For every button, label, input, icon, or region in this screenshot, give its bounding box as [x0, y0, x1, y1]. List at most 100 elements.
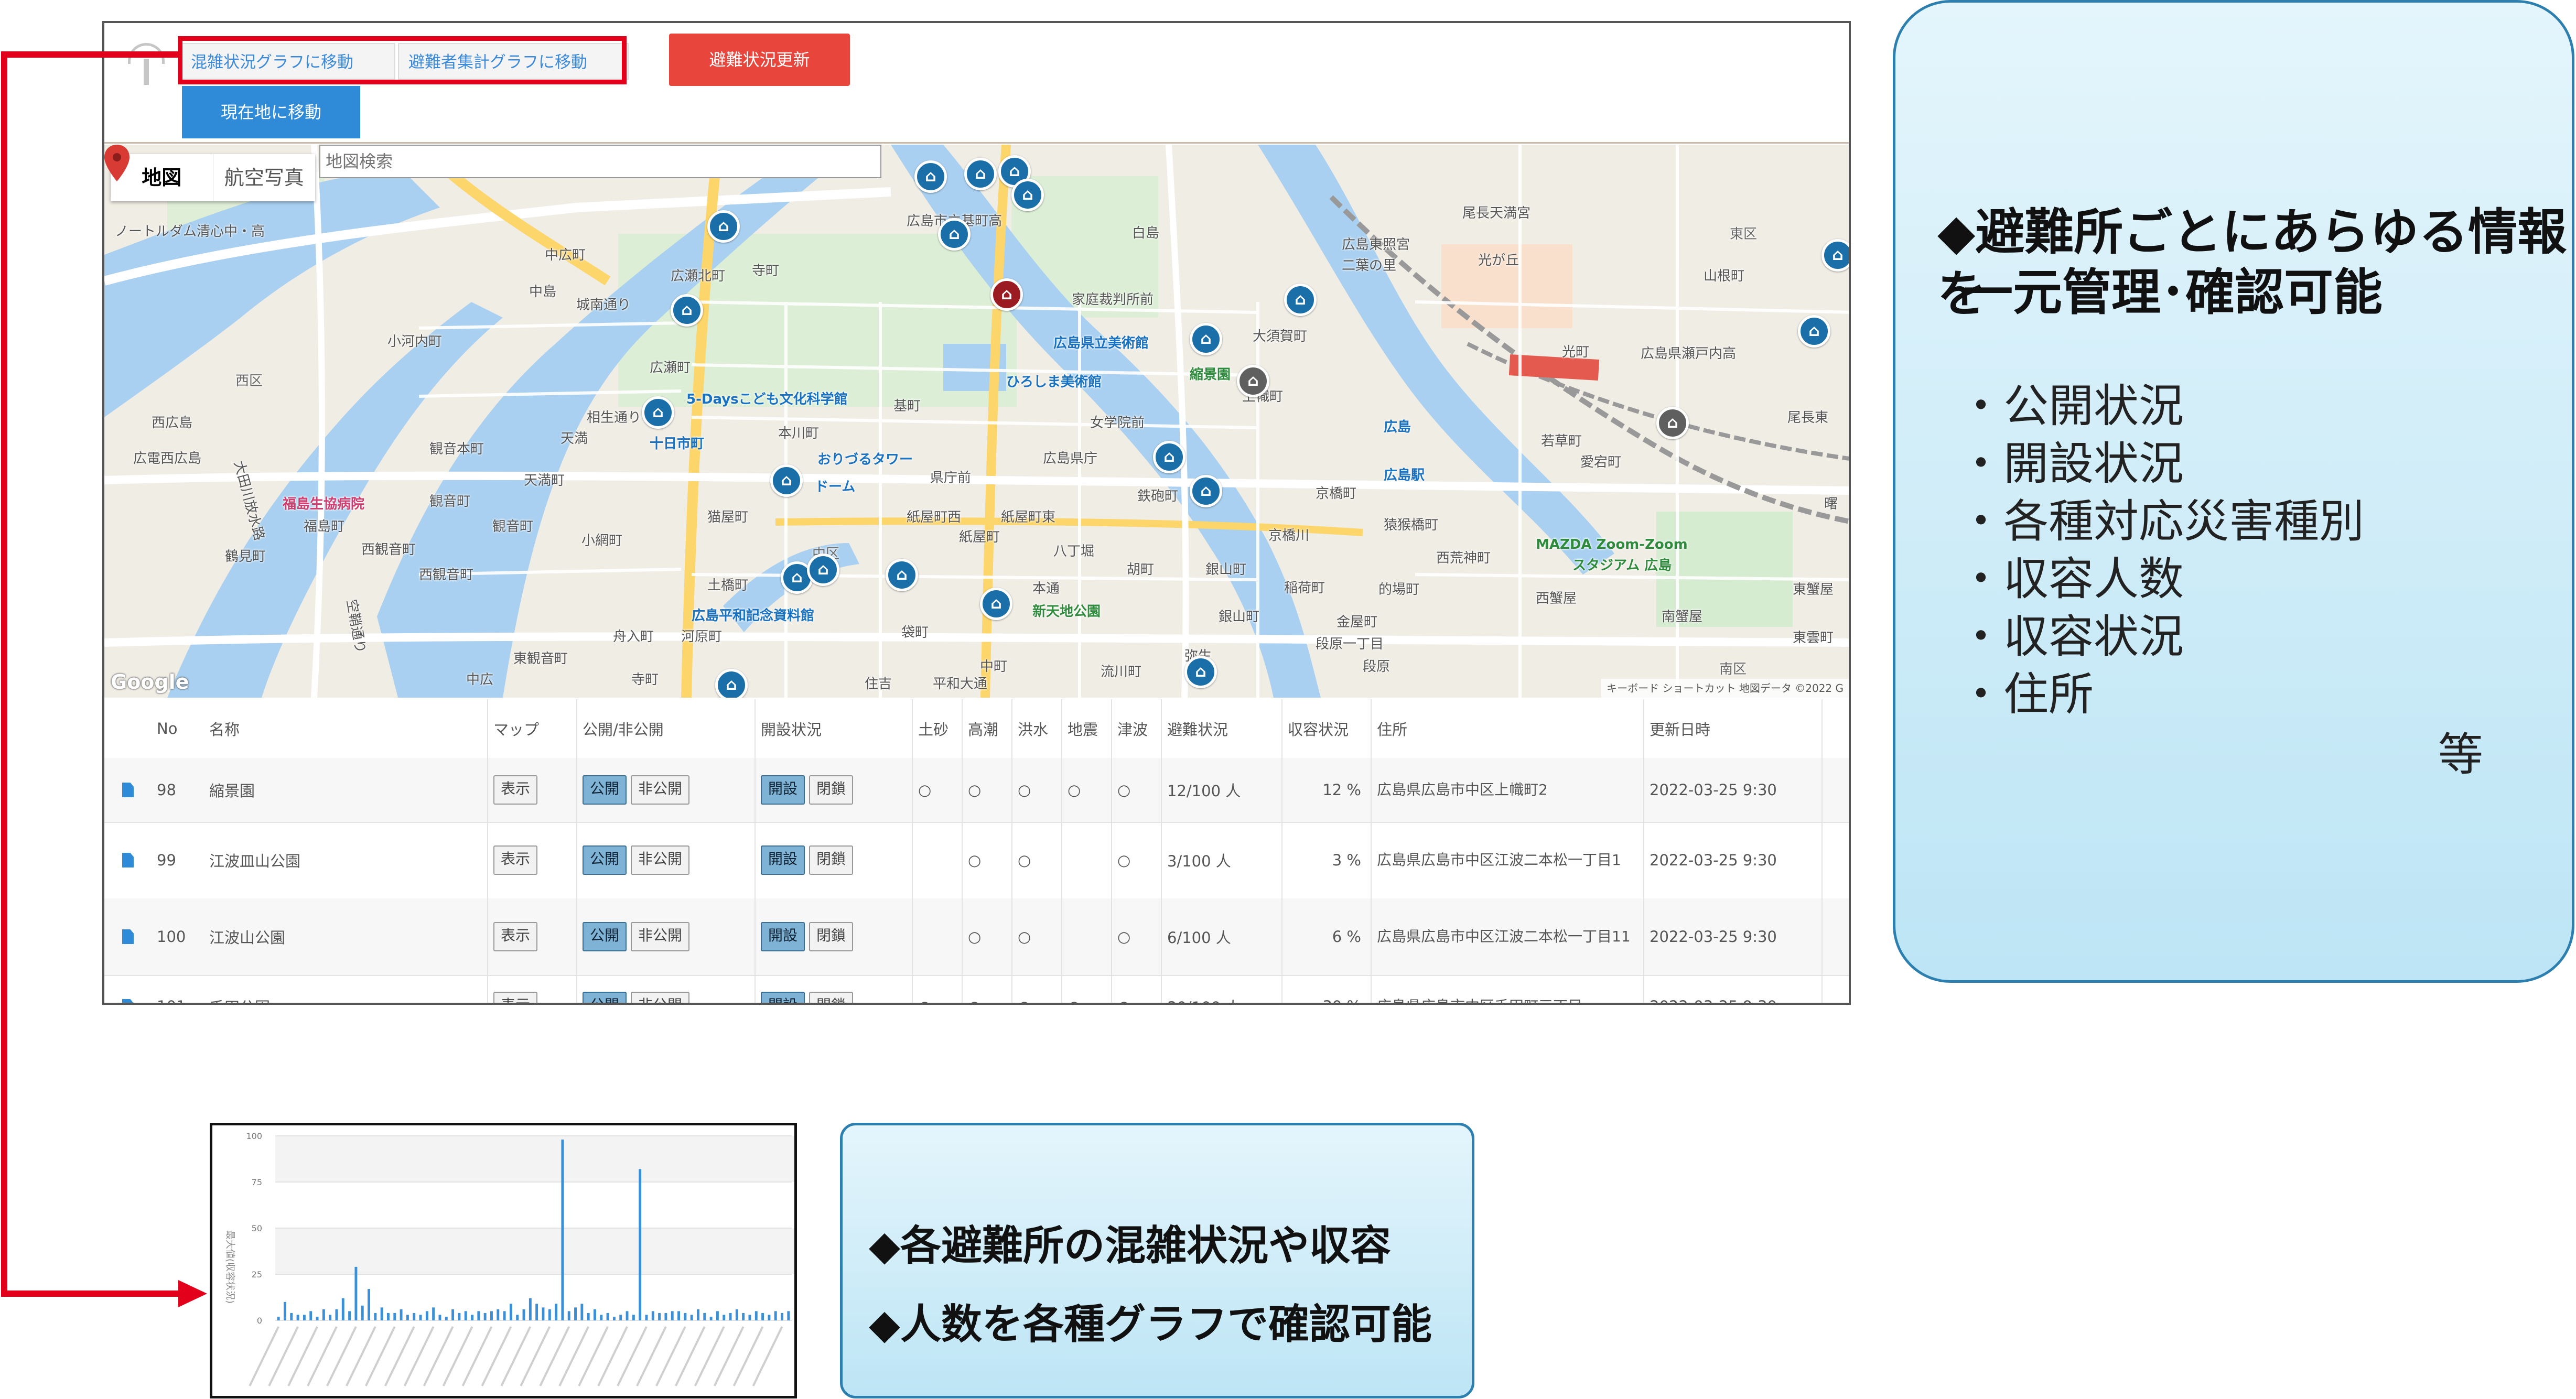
show-on-map-button[interactable]: 表示 — [493, 845, 538, 875]
map-label: 銀山町 — [1219, 609, 1260, 625]
col-capacity[interactable]: 収容状況 — [1281, 699, 1371, 758]
close-button[interactable]: 閉鎖 — [809, 845, 854, 875]
table-row[interactable]: 101 千田公園 表示 公開非公開 開設閉鎖 ○ ○ ○ ○ ○ 30/100 … — [104, 975, 1849, 1003]
chart-bar — [400, 1309, 403, 1320]
show-on-map-button[interactable]: 表示 — [493, 992, 538, 1003]
close-button[interactable]: 閉鎖 — [809, 775, 854, 805]
show-on-map-button[interactable]: 表示 — [493, 775, 538, 805]
chart-bar — [387, 1313, 390, 1320]
public-button[interactable]: 公開 — [583, 845, 627, 875]
shelter-pin-icon[interactable]: ⌂ — [715, 669, 748, 698]
shelter-pin-icon[interactable]: ⌂ — [707, 210, 740, 243]
private-button[interactable]: 非公開 — [631, 845, 690, 875]
col-address[interactable]: 住所 — [1371, 699, 1643, 758]
document-icon[interactable] — [122, 783, 134, 797]
open-button[interactable]: 開設 — [761, 775, 805, 805]
map-label: 京橋川 — [1268, 528, 1310, 544]
map-label: 猫屋町 — [707, 509, 749, 525]
shelter-pin-icon[interactable]: ⌂ — [1190, 475, 1222, 507]
col-flood[interactable]: 洪水 — [1011, 699, 1061, 758]
show-on-map-button[interactable]: 表示 — [493, 922, 538, 951]
callout-line: ◆各避難所の混雑状況や収容 — [869, 1222, 1391, 1270]
map-search-input[interactable] — [319, 145, 881, 178]
map[interactable]: 地図 航空写真 ノートルダム清心中・高 中広町 寺町 広瀬北町 城南通り 小河内… — [104, 145, 1849, 698]
col-updated[interactable]: 更新日時 — [1643, 699, 1821, 758]
umbrella-icon[interactable] — [128, 43, 165, 85]
shelter-pin-icon[interactable]: ⌂ — [807, 554, 839, 586]
map-label: 住吉 — [865, 676, 892, 692]
public-button[interactable]: 公開 — [583, 775, 627, 805]
chart-bar — [497, 1309, 500, 1320]
col-earthquake[interactable]: 地震 — [1061, 699, 1111, 758]
shelter-pin-icon[interactable]: ⌂ — [886, 559, 918, 591]
public-button[interactable]: 公開 — [583, 922, 627, 951]
row-capacity: 12 % — [1281, 758, 1371, 822]
chart-bar — [768, 1315, 771, 1320]
row-name: 千田公園 — [204, 975, 487, 1003]
row-flood: ○ — [1011, 898, 1061, 975]
chart-bar — [425, 1311, 428, 1320]
shelter-pin-closed-icon[interactable]: ⌂ — [1656, 407, 1689, 439]
map-label: MAZDA Zoom-Zoom — [1536, 537, 1688, 552]
refresh-evacuation-button[interactable]: 避難状況更新 — [669, 34, 850, 86]
shelter-pin-icon[interactable]: ⌂ — [1798, 315, 1830, 348]
col-open[interactable]: 開設状況 — [755, 699, 912, 758]
shelter-pin-icon[interactable]: ⌂ — [642, 396, 674, 429]
col-storm-surge[interactable]: 高潮 — [962, 699, 1011, 758]
map-label: 広瀬北町 — [671, 268, 726, 284]
shelter-pin-icon[interactable]: ⌂ — [1190, 323, 1222, 355]
open-button[interactable]: 開設 — [761, 845, 805, 875]
row-capacity: 30 % — [1281, 975, 1371, 1003]
feature-callout-management: ◆避難所ごとにあらゆる情報を 一元管理･確認可能 ・公開状況 ・開設状況 ・各種… — [1893, 0, 2574, 983]
private-button[interactable]: 非公開 — [631, 775, 690, 805]
col-tsunami[interactable]: 津波 — [1111, 699, 1161, 758]
col-map: マップ — [487, 699, 576, 758]
public-button[interactable]: 公開 — [583, 992, 627, 1003]
table-row[interactable]: 100 江波山公園 表示 公開 非公開 開設 閉鎖 ○ ○ ○ 6/100 人 6 … — [104, 898, 1849, 976]
map-label: 広島駅 — [1384, 468, 1425, 483]
table-row[interactable]: 98 縮景園 表示 公開 非公開 開設 閉鎖 ○ ○ ○ ○ ○ 12/100 人 … — [104, 758, 1849, 823]
shelter-pin-icon[interactable]: ⌂ — [1011, 179, 1044, 211]
shelter-pin-icon[interactable]: ⌂ — [938, 218, 971, 251]
map-label: 西蟹屋 — [1536, 591, 1577, 606]
shelter-pin-icon[interactable]: ⌂ — [914, 160, 947, 193]
col-name[interactable]: 名称 — [204, 699, 487, 758]
shelter-pin-icon[interactable]: ⌂ — [1284, 284, 1317, 316]
capacity-bar-chart[interactable]: 最大値(収容状況) 100 75 50 25 0 — [210, 1123, 797, 1398]
row-tsunami: ○ — [1111, 975, 1161, 1003]
table-row[interactable]: 99 江波皿山公園 表示 公開 非公開 開設 閉鎖 ○ ○ ○ 3/100 人 3 … — [104, 822, 1849, 899]
private-button[interactable]: 非公開 — [631, 922, 690, 951]
private-button[interactable]: 非公開 — [631, 992, 690, 1003]
open-button[interactable]: 開設 — [761, 992, 805, 1003]
shelter-pin-icon[interactable]: ⌂ — [1153, 441, 1185, 473]
location-marker-icon[interactable] — [104, 145, 130, 181]
tab-aerial[interactable]: 航空写真 — [212, 154, 316, 201]
col-evacuation[interactable]: 避難状況 — [1161, 699, 1281, 758]
map-label: 縮景園 — [1190, 367, 1231, 383]
current-location-button[interactable]: 現在地に移動 — [182, 86, 360, 138]
shelter-pin-icon[interactable]: ⌂ — [1184, 656, 1217, 688]
shelter-pin-selected-icon[interactable]: ⌂ — [990, 278, 1023, 311]
col-public[interactable]: 公開/非公開 — [576, 699, 755, 758]
col-no[interactable]: No — [152, 699, 204, 758]
shelter-pin-closed-icon[interactable]: ⌂ — [1237, 365, 1269, 397]
col-landslide[interactable]: 土砂 — [912, 699, 962, 758]
close-button[interactable]: 閉鎖 — [809, 922, 854, 951]
map-attribution[interactable]: キーボード ショートカット 地図データ ©2022 G — [1601, 679, 1849, 698]
shelter-pin-icon[interactable]: ⌂ — [671, 294, 703, 327]
shelter-pin-icon[interactable]: ⌂ — [980, 588, 1012, 620]
map-label: 寺町 — [752, 263, 780, 279]
row-flood: ○ — [1011, 975, 1061, 1003]
chart-bar — [548, 1309, 551, 1320]
map-label: 稲荷町 — [1284, 580, 1325, 596]
shelter-pin-icon[interactable]: ⌂ — [770, 464, 803, 497]
shelter-pin-icon[interactable]: ⌂ — [964, 158, 997, 190]
chart-bar — [419, 1315, 422, 1320]
document-icon[interactable] — [122, 929, 134, 944]
open-button[interactable]: 開設 — [761, 922, 805, 951]
document-icon[interactable] — [122, 999, 134, 1003]
close-button[interactable]: 閉鎖 — [809, 992, 854, 1003]
map-label: 胡町 — [1127, 562, 1155, 578]
map-label: 西観音町 — [419, 567, 474, 583]
document-icon[interactable] — [122, 853, 134, 867]
